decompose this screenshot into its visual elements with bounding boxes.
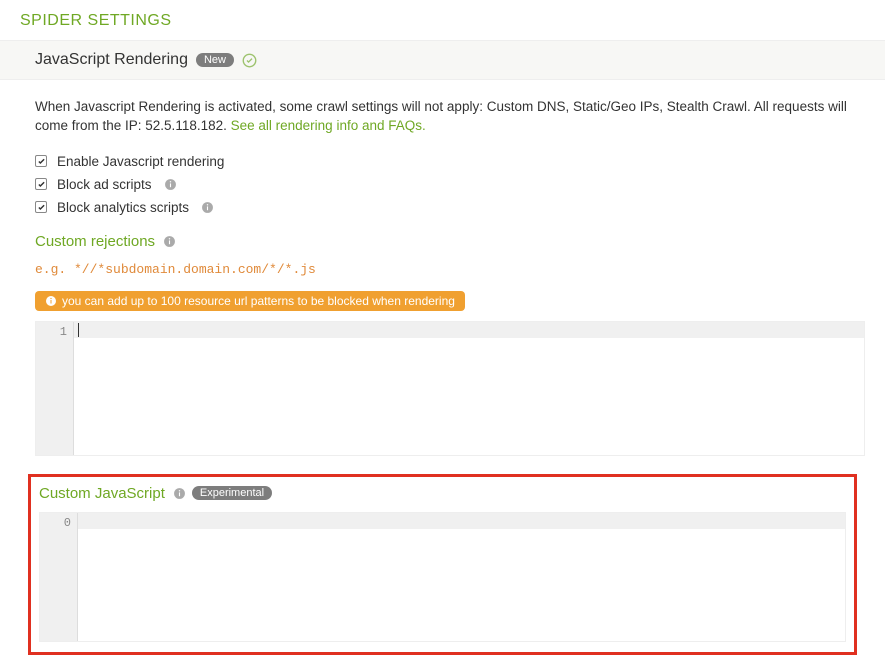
line-number: 0 [40, 516, 71, 530]
faq-link[interactable]: See all rendering info and FAQs. [231, 118, 426, 133]
info-icon[interactable] [201, 201, 214, 214]
enable-js-checkbox[interactable] [35, 155, 47, 167]
section-header: JavaScript Rendering New [0, 40, 885, 80]
block-ads-label: Block ad scripts [57, 177, 152, 192]
editor-body[interactable] [74, 322, 864, 455]
badge-experimental: Experimental [192, 486, 272, 500]
line-number: 1 [36, 325, 67, 339]
block-analytics-checkbox[interactable] [35, 201, 47, 213]
custom-js-title: Custom JavaScript Experimental [39, 485, 846, 502]
description-text: When Javascript Rendering is activated, … [35, 98, 865, 136]
editor-gutter: 1 [36, 322, 74, 455]
info-icon[interactable] [164, 178, 177, 191]
info-icon[interactable] [173, 487, 186, 500]
editor-body[interactable] [78, 513, 845, 641]
section-title: JavaScript Rendering [35, 51, 188, 69]
info-icon[interactable] [163, 235, 176, 248]
badge-new: New [196, 53, 234, 67]
hint-badge: you can add up to 100 resource url patte… [35, 291, 465, 311]
custom-rejections-title: Custom rejections [35, 233, 865, 250]
block-analytics-label: Block analytics scripts [57, 200, 189, 215]
enable-js-label: Enable Javascript rendering [57, 154, 224, 169]
custom-js-editor[interactable]: 0 [39, 512, 846, 642]
block-ads-checkbox[interactable] [35, 178, 47, 190]
custom-rejections-example: e.g. *//*subdomain.domain.com/*/*.js [35, 262, 865, 277]
editor-gutter: 0 [40, 513, 78, 641]
custom-js-highlight: Custom JavaScript Experimental 0 [28, 474, 857, 655]
custom-rejections-editor[interactable]: 1 [35, 321, 865, 456]
description-prefix: When Javascript Rendering is activated, … [35, 99, 847, 133]
page-title: SPIDER SETTINGS [0, 0, 885, 40]
checkmark-circle-icon [242, 53, 257, 68]
